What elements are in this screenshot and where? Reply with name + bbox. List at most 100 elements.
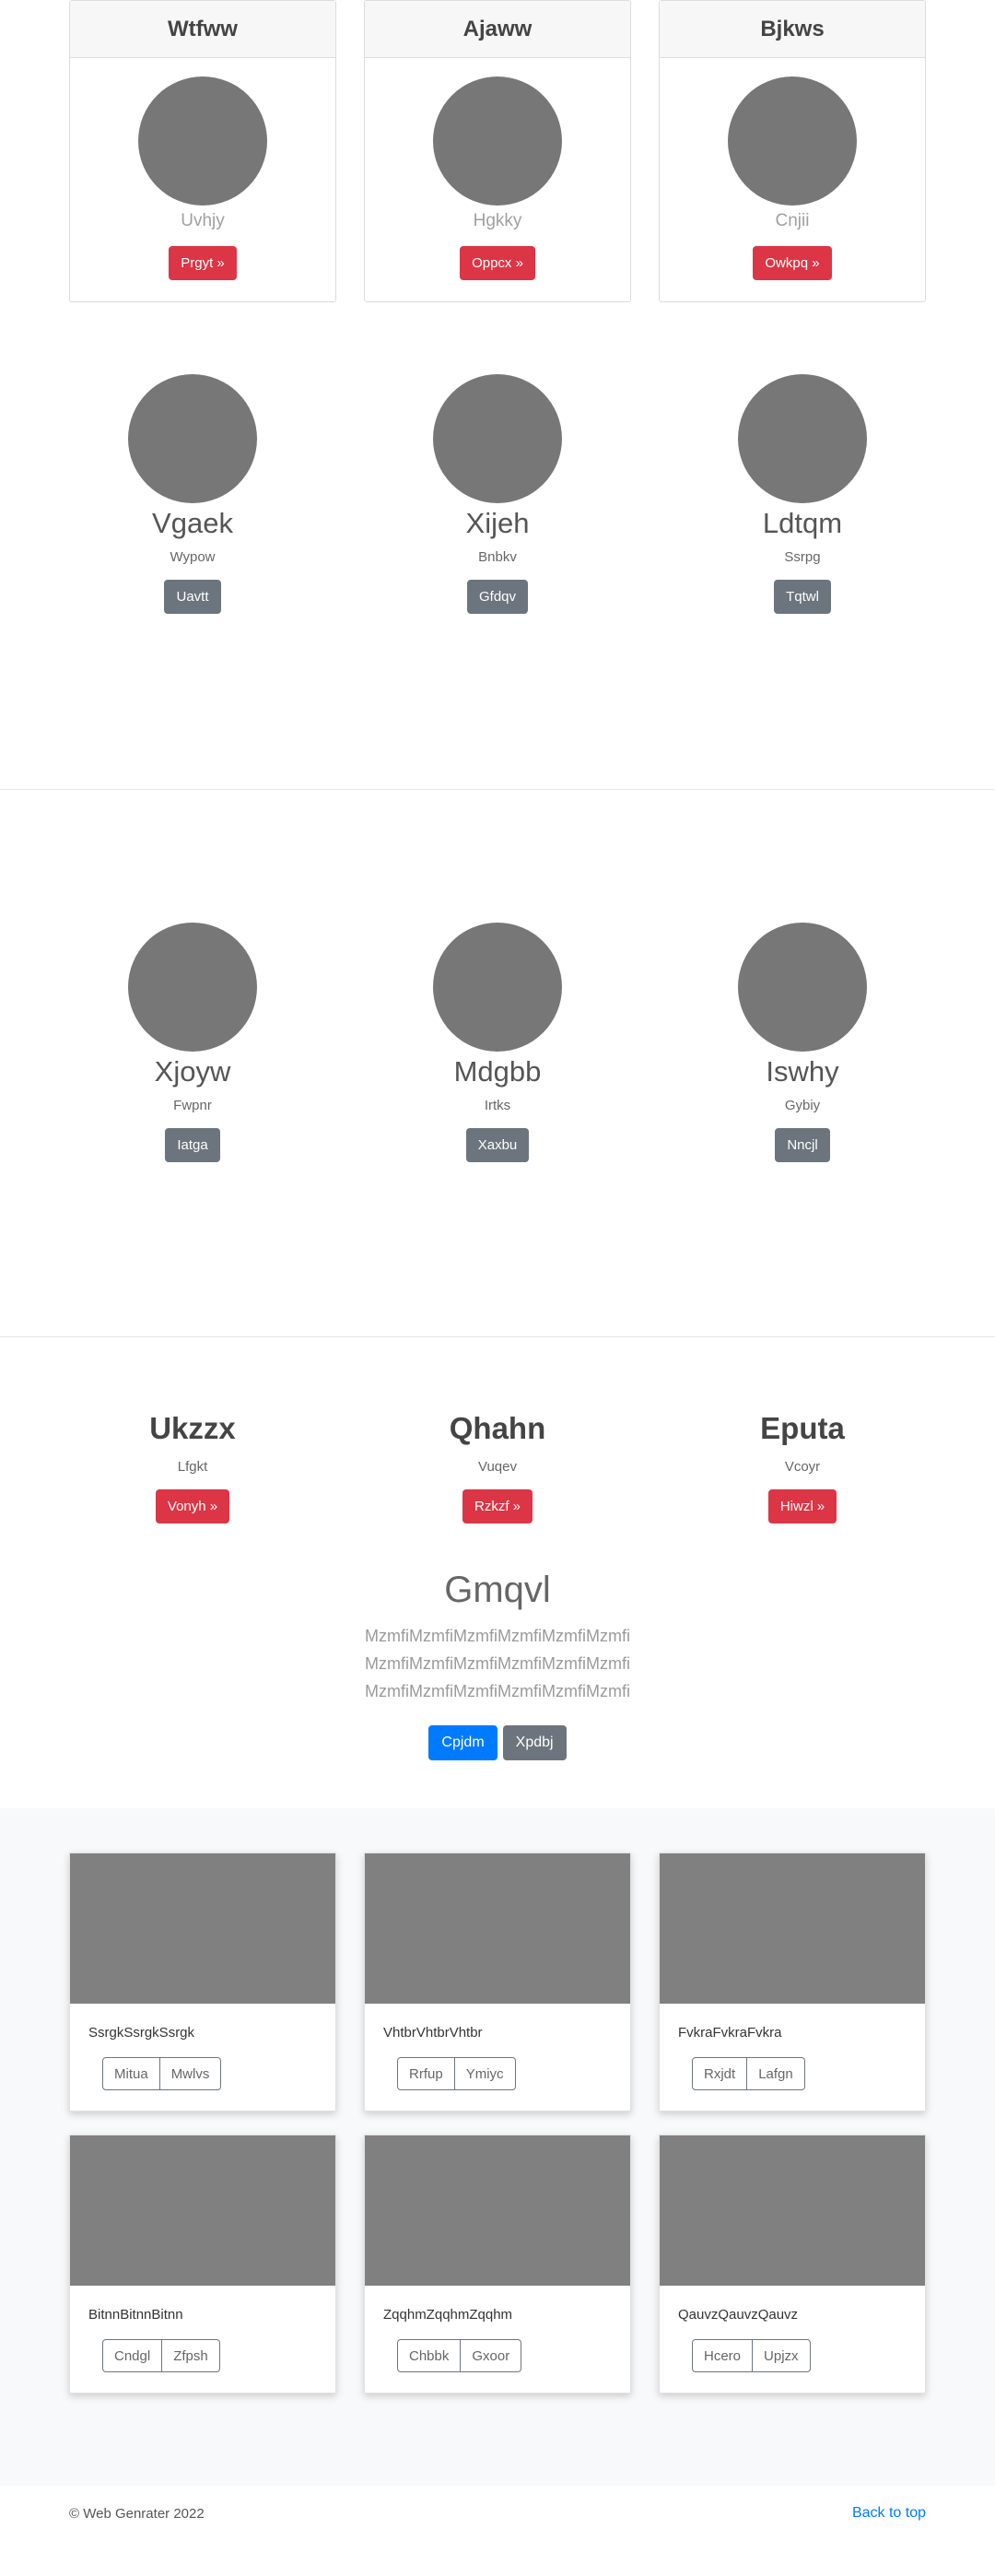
card-subtitle: Cnjii (775, 211, 810, 230)
card-title: Ajaww (365, 1, 630, 58)
profile-name: Ldtqm (762, 507, 843, 539)
card-title: Wtfww (70, 1, 335, 58)
feature-subtitle: Vuqev (478, 1459, 517, 1475)
card-button[interactable]: Oppcx » (460, 246, 535, 280)
profile-role: Gybiy (784, 1098, 821, 1113)
card-text: BitnnBitnnBitnn (88, 2307, 183, 2323)
card: Ajaww Hgkky Oppcx » (364, 0, 631, 302)
profile-role: Fwpnr (173, 1098, 212, 1113)
button-group: Rxjdt Lafgn (692, 2057, 805, 2090)
primary-button[interactable]: Cpjdm (428, 1725, 498, 1760)
copyright-text: © Web Genrater 2022 (69, 2505, 205, 2522)
profile-button[interactable]: Nncjl (775, 1128, 830, 1162)
card-action-button[interactable]: Rxjdt (692, 2057, 748, 2090)
feature-button[interactable]: Hiwzl » (767, 1489, 837, 1523)
album-card: BitnnBitnnBitnn Cndgl Zfpsh (69, 2135, 336, 2394)
button-group: Cndgl Zfpsh (102, 2339, 220, 2372)
album-card: FvkraFvkraFvkra Rxjdt Lafgn (659, 1853, 926, 2111)
album-card: SsrgkSsrgkSsrgk Mitua Mwlvs (69, 1853, 336, 2111)
card-action-button[interactable]: Lafgn (747, 2057, 805, 2090)
feature-subtitle: Vcoyr (784, 1459, 821, 1475)
album-section: SsrgkSsrgkSsrgk Mitua Mwlvs VhtbrVhtbrVh… (0, 1808, 995, 2486)
hero-title: Gmqvl (444, 1570, 551, 1610)
avatar-placeholder (738, 374, 867, 503)
card-text: ZqqhmZqqhmZqqhm (383, 2307, 513, 2323)
card-subtitle: Hgkky (473, 211, 522, 230)
avatar-placeholder (138, 76, 267, 206)
card-button[interactable]: Prgyt » (169, 246, 237, 280)
hero-section: Gmqvl MzmfiMzmfiMzmfiMzmfiMzmfiMzmfi Mzm… (0, 1533, 995, 1808)
card-action-button[interactable]: Cndgl (102, 2339, 163, 2372)
card: Wtfww Uvhjy Prgyt » (69, 0, 336, 302)
profile-name: Vgaek (152, 507, 233, 539)
feature-subtitle: Lfgkt (177, 1459, 208, 1475)
feature-title: Ukzzx (149, 1411, 236, 1445)
footer: © Web Genrater 2022 Back to top (69, 2486, 926, 2541)
card-text: VhtbrVhtbrVhtbr (383, 2025, 483, 2041)
secondary-button[interactable]: Xpdbj (502, 1725, 567, 1760)
thumbnail-placeholder (365, 2135, 630, 2286)
album-card: ZqqhmZqqhmZqqhm Chbbk Gxoor (364, 2135, 631, 2394)
avatar-placeholder (433, 374, 562, 503)
feature-button[interactable]: Rzkzf » (462, 1489, 533, 1523)
feature-button[interactable]: Vonyh » (155, 1489, 230, 1523)
profile: Mdgbb Irtks Xaxbu (405, 923, 590, 1162)
card-title: Bjkws (660, 1, 925, 58)
profile-button[interactable]: Xaxbu (465, 1128, 530, 1162)
card-action-button[interactable]: Chbbk (397, 2339, 462, 2372)
profile-button[interactable]: Iatga (165, 1128, 220, 1162)
hero-text-line: MzmfiMzmfiMzmfiMzmfiMzmfiMzmfi (365, 1682, 630, 1700)
card-subtitle: Uvhjy (181, 211, 225, 230)
card-section: Wtfww Uvhjy Prgyt » Ajaww Hgkky Oppcx » … (0, 0, 995, 313)
avatar-placeholder (738, 923, 867, 1052)
thumbnail-placeholder (660, 1853, 925, 2004)
card-action-button[interactable]: Mwlvs (159, 2057, 222, 2090)
profile-role: Ssrpg (784, 549, 821, 565)
card-action-button[interactable]: Hcero (692, 2339, 754, 2372)
avatar-placeholder (728, 76, 857, 206)
album-card: QauvzQauvzQauvz Hcero Upjzx (659, 2135, 926, 2394)
card-button[interactable]: Owkpq » (753, 246, 832, 280)
avatar-placeholder (433, 76, 562, 206)
button-group: Chbbk Gxoor (397, 2339, 522, 2372)
profile-name: Iswhy (766, 1055, 839, 1088)
back-to-top-link[interactable]: Back to top (852, 2505, 926, 2522)
button-group: Mitua Mwlvs (102, 2057, 222, 2090)
profile-button[interactable]: Tqtwl (774, 580, 831, 614)
card-text: SsrgkSsrgkSsrgk (88, 2025, 195, 2041)
card-action-button[interactable]: Rrfup (397, 2057, 455, 2090)
card-action-button[interactable]: Upjzx (753, 2339, 811, 2372)
feature: Eputa Vcoyr Hiwzl » (710, 1411, 895, 1523)
profile: Ldtqm Ssrpg Tqtwl (710, 374, 895, 614)
profile-role: Wypow (170, 549, 216, 565)
button-group: Hcero Upjzx (692, 2339, 811, 2372)
profile: Xjoyw Fwpnr Iatga (100, 923, 285, 1162)
avatar-placeholder (433, 923, 562, 1052)
thumbnail-placeholder (70, 2135, 335, 2286)
profile: Xijeh Bnbkv Gfdqv (405, 374, 590, 614)
profile: Vgaek Wypow Uavtt (100, 374, 285, 614)
profile-name: Xijeh (465, 507, 530, 539)
card-action-button[interactable]: Zfpsh (162, 2339, 220, 2372)
card: Bjkws Cnjii Owkpq » (659, 0, 926, 302)
avatar-placeholder (128, 923, 257, 1052)
card-text: FvkraFvkraFvkra (678, 2025, 782, 2041)
hero-text-line: MzmfiMzmfiMzmfiMzmfiMzmfiMzmfi (365, 1654, 630, 1673)
profile-button[interactable]: Uavtt (164, 580, 221, 614)
profile-role: Irtks (484, 1098, 511, 1113)
profiles-section-2: Xjoyw Fwpnr Iatga Mdgbb Irtks Xaxbu Iswh… (0, 790, 995, 1336)
profiles-section-1: Vgaek Wypow Uavtt Xijeh Bnbkv Gfdqv Ldtq… (0, 313, 995, 789)
card-text: QauvzQauvzQauvz (678, 2307, 799, 2323)
profile-button[interactable]: Gfdqv (466, 580, 529, 614)
features-section: Ukzzx Lfgkt Vonyh » Qhahn Vuqev Rzkzf » … (0, 1337, 995, 1533)
thumbnail-placeholder (365, 1853, 630, 2004)
profile-name: Mdgbb (453, 1055, 542, 1088)
card-action-button[interactable]: Ymiyc (454, 2057, 516, 2090)
avatar-placeholder (128, 374, 257, 503)
thumbnail-placeholder (660, 2135, 925, 2286)
profile-name: Xjoyw (154, 1055, 231, 1088)
album-card: VhtbrVhtbrVhtbr Rrfup Ymiyc (364, 1853, 631, 2111)
card-action-button[interactable]: Mitua (102, 2057, 160, 2090)
feature: Qhahn Vuqev Rzkzf » (405, 1411, 590, 1523)
card-action-button[interactable]: Gxoor (461, 2339, 522, 2372)
